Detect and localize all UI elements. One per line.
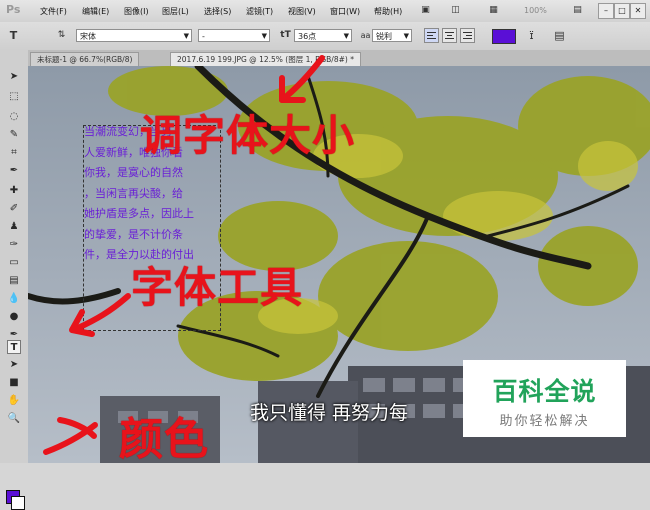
screen-mode-icon[interactable]: ▤ (570, 3, 585, 18)
tab-photo[interactable]: 2017.6.19 199.JPG @ 12.5% (图层 1, RGB/8#)… (170, 52, 361, 66)
arrange-documents-icon[interactable]: ▦ (486, 3, 501, 18)
antialias-select[interactable]: 锐利 ▼ (372, 29, 412, 42)
align-left-button[interactable] (424, 28, 439, 43)
warp-text-icon[interactable]: ɪ̈ (524, 28, 539, 43)
crop-tool-icon[interactable]: ⌗ (7, 146, 21, 160)
character-panel-icon[interactable]: ▤ (552, 28, 567, 43)
font-family-select[interactable]: 宋体 ▼ (76, 29, 192, 42)
font-size-value: 36点 (298, 32, 317, 41)
menu-view[interactable]: 视图(V) (288, 6, 316, 17)
chevron-down-icon: ▼ (183, 32, 189, 40)
text-orientation-icon[interactable]: ⇅ (54, 28, 69, 43)
gradient-tool-icon[interactable]: ▤ (7, 274, 21, 288)
clone-stamp-icon[interactable]: ♟ (7, 220, 21, 234)
menu-bar: Ps 文件(F) 编辑(E) 图像(I) 图层(L) 选择(S) 滤镜(T) 视… (0, 0, 650, 23)
menu-filter[interactable]: 滤镜(T) (246, 6, 273, 17)
tools-panel: ➤ ⬚ ◌ ✎ ⌗ ✒ ✚ ✐ ♟ ✑ ▭ ▤ 💧 ● ✒ T ➤ ■ ✋ 🔍 (0, 50, 29, 510)
document-tabs: 未标题-1 @ 66.7%(RGB/8) 2017.6.19 199.JPG @… (28, 50, 650, 67)
shape-tool-icon[interactable]: ■ (7, 376, 21, 390)
brush-tool-icon[interactable]: ✐ (7, 202, 21, 216)
photo-subtitle: 我只懂得 再努力每 (250, 402, 409, 424)
eyedropper-tool-icon[interactable]: ✒ (7, 164, 21, 178)
tab-untitled[interactable]: 未标题-1 @ 66.7%(RGB/8) (30, 52, 140, 66)
chevron-down-icon: ▼ (343, 32, 349, 40)
watermark-subtitle: 助你轻松解决 (499, 414, 590, 429)
eraser-tool-icon[interactable]: ▭ (7, 256, 21, 270)
options-bar: T ⇅ 宋体 ▼ - ▼ tT 36点 ▼ aa 锐利 ▼ ɪ̈ ▤ (0, 22, 650, 51)
zoom-level[interactable]: 100% (524, 6, 547, 15)
history-brush-icon[interactable]: ✑ (7, 238, 21, 252)
photoshop-logo: Ps (6, 3, 21, 16)
quick-select-icon[interactable]: ✎ (7, 128, 21, 142)
chevron-down-icon: ▼ (403, 32, 409, 40)
type-tool-icon[interactable]: T (7, 340, 21, 354)
font-size-icon: tT (280, 30, 291, 40)
hand-tool-icon[interactable]: ✋ (7, 394, 21, 408)
close-icon[interactable]: ✕ (630, 3, 646, 19)
zoom-tool-icon[interactable]: 🔍 (7, 412, 21, 426)
annotation-color: 颜色 (119, 414, 209, 465)
font-style-select[interactable]: - ▼ (198, 29, 270, 42)
menu-help[interactable]: 帮助(H) (374, 6, 402, 17)
watermark-title: 百科全说 (492, 377, 597, 406)
antialias-value: 锐利 (376, 32, 392, 41)
menu-select[interactable]: 选择(S) (204, 6, 231, 17)
dodge-tool-icon[interactable]: ● (7, 310, 21, 324)
align-right-button[interactable] (460, 28, 475, 43)
align-center-button[interactable] (442, 28, 457, 43)
menu-layer[interactable]: 图层(L) (162, 6, 189, 17)
annotation-type-tool: 字体工具 (131, 263, 304, 312)
menu-file[interactable]: 文件(F) (40, 6, 67, 17)
menu-edit[interactable]: 编辑(E) (82, 6, 109, 17)
chevron-down-icon: ▼ (261, 32, 267, 40)
menu-image[interactable]: 图像(I) (124, 6, 149, 17)
bridge-icon[interactable]: ▣ (418, 3, 433, 18)
watermark-badge: 百科全说 助你轻松解决 (463, 360, 626, 437)
minimize-icon[interactable]: – (598, 3, 614, 19)
text-color-swatch[interactable] (492, 29, 516, 44)
path-select-icon[interactable]: ➤ (7, 358, 21, 372)
paragraph-line: 的挚爱，是不计价条 (84, 227, 183, 241)
antialias-icon: aa (360, 31, 371, 40)
paragraph-line: ，当闲言再尖酸，给 (84, 186, 183, 200)
maximize-icon[interactable]: □ (614, 3, 630, 19)
healing-brush-icon[interactable]: ✚ (7, 184, 21, 198)
type-tool-preset-icon[interactable]: T (6, 28, 21, 43)
lasso-tool-icon[interactable]: ◌ (7, 110, 21, 124)
move-tool-icon[interactable]: ➤ (7, 70, 21, 84)
marquee-tool-icon[interactable]: ⬚ (7, 90, 21, 104)
paragraph-line: 你我，是寞心的自然 (84, 166, 183, 179)
font-style-value: - (202, 32, 205, 41)
background-color-swatch[interactable] (11, 496, 25, 510)
minibridge-icon[interactable]: ◫ (448, 3, 463, 18)
font-size-field[interactable]: 36点 ▼ (294, 29, 352, 42)
font-family-value: 宋体 (80, 32, 96, 41)
blur-tool-icon[interactable]: 💧 (7, 292, 21, 306)
annotation-font-size: 调字体大小 (140, 111, 356, 160)
menu-window[interactable]: 窗口(W) (330, 6, 360, 17)
paragraph-line: 她护盾是多点，因此上 (84, 207, 194, 220)
